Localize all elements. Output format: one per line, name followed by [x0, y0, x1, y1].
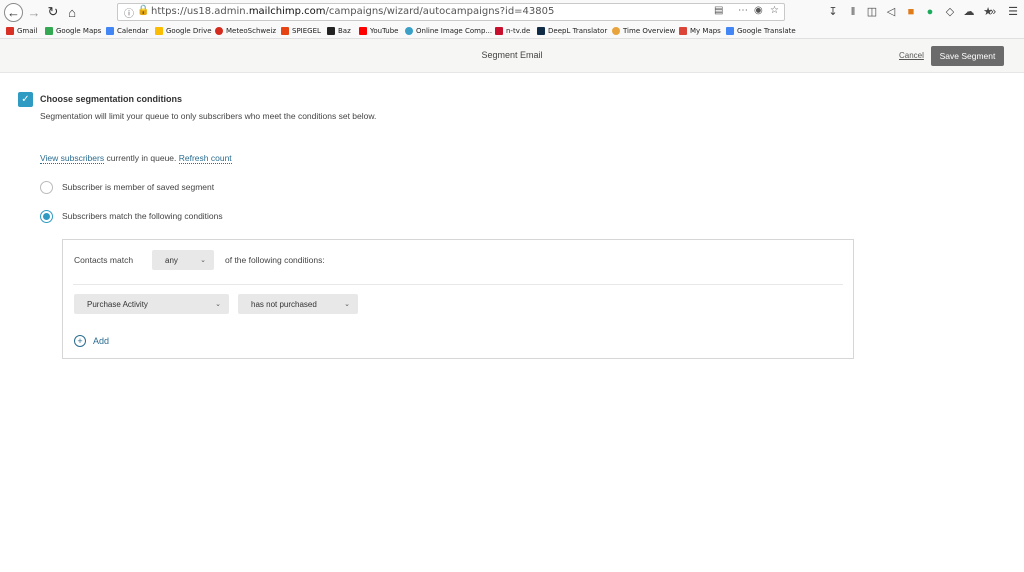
extension-icon[interactable]: ◇ [943, 5, 957, 19]
time-overview-icon [612, 27, 620, 35]
cancel-link[interactable]: Cancel [899, 51, 924, 60]
more-tools-icon[interactable]: » [986, 5, 1000, 19]
page-title: Segment Email [481, 50, 543, 60]
queue-info: View subscribers currently in queue. Ref… [40, 153, 232, 164]
checkmark-icon: ✓ [21, 94, 30, 105]
save-segment-button[interactable]: Save Segment [931, 46, 1004, 66]
segmentation-description: Segmentation will limit your queue to on… [40, 111, 377, 121]
bookmark-label: Time Overview [623, 27, 676, 35]
bookmark-deepl[interactable]: DeepL Translator [537, 25, 607, 37]
segmentation-checkbox[interactable]: ✓ [18, 92, 33, 107]
chevron-down-icon: ⌄ [200, 257, 206, 264]
condition-field-value: Purchase Activity [87, 299, 148, 309]
bookmark-spiegel[interactable]: SPIEGEL [281, 25, 321, 37]
page-header: Segment Email Cancel Save Segment [0, 39, 1024, 73]
metamask-icon[interactable]: ■ [904, 5, 918, 19]
youtube-icon [359, 27, 367, 35]
back-arrow-icon[interactable]: ← [4, 3, 23, 22]
match-type-select[interactable]: any ⌄ [152, 250, 214, 270]
ntv-icon [495, 27, 503, 35]
drive-icon [155, 27, 163, 35]
translate-icon [726, 27, 734, 35]
bookmark-label: Baz [338, 27, 351, 35]
bookmark-label: MeteoSchweiz [226, 27, 277, 35]
bookmark-time-overview[interactable]: Time Overview [612, 25, 675, 37]
bookmark-label: Google Translate [737, 27, 796, 35]
spiegel-icon [281, 27, 289, 35]
reader-view-icon[interactable]: ▤ [714, 5, 723, 16]
plus-circle-icon: + [74, 335, 86, 347]
menu-icon[interactable]: ☰ [1006, 5, 1020, 19]
meteoschweiz-icon [215, 27, 223, 35]
bookmark-label: My Maps [690, 27, 721, 35]
calendar-icon [106, 27, 114, 35]
condition-operator-value: has not purchased [251, 299, 317, 309]
add-condition-label: Add [93, 336, 110, 346]
refresh-count-link[interactable]: Refresh count [178, 153, 232, 164]
address-bar[interactable]: ⓘ 🔒 https://us18.admin.mailchimp.com/cam… [117, 3, 785, 21]
gmail-icon [6, 27, 14, 35]
bookmark-gmail[interactable]: Gmail [6, 25, 37, 37]
bookmark-google-drive[interactable]: Google Drive [155, 25, 212, 37]
chevron-down-icon: ⌄ [215, 301, 221, 308]
bookmark-label: SPIEGEL [292, 27, 321, 35]
lock-icon[interactable]: 🔒 [137, 5, 149, 16]
bookmarks-bar: Gmail Google Maps Calendar Google Drive … [0, 24, 1024, 39]
of-following-label: of the following conditions: [225, 255, 325, 265]
grammarly-icon[interactable]: ● [923, 5, 937, 19]
cloud-icon[interactable]: ☁ [962, 5, 976, 19]
radio-match-conditions-label[interactable]: Subscribers match the following conditio… [62, 211, 223, 221]
browser-toolbar: ← → ↻ ⌂ ⓘ 🔒 https://us18.admin.mailchimp… [0, 0, 1024, 24]
home-icon[interactable]: ⌂ [63, 3, 81, 21]
chevron-down-icon: ⌄ [344, 301, 350, 308]
baz-icon [327, 27, 335, 35]
bookmark-star-icon[interactable]: ☆ [770, 5, 779, 16]
bookmark-meteoschweiz[interactable]: MeteoSchweiz [215, 25, 276, 37]
bookmark-google-translate[interactable]: Google Translate [726, 25, 796, 37]
bookmark-label: Online Image Comp... [416, 27, 493, 35]
url-text[interactable]: https://us18.admin.mailchimp.com/campaig… [151, 6, 554, 17]
conditions-panel: Contacts match any ⌄ of the following co… [62, 239, 854, 359]
page-actions-icon[interactable]: ⋯ [738, 5, 748, 16]
pocket-icon[interactable]: ◉ [754, 5, 763, 16]
queue-text: currently in queue. [104, 153, 179, 163]
forward-arrow-icon[interactable]: → [25, 3, 43, 21]
condition-field-select[interactable]: Purchase Activity ⌄ [74, 294, 229, 314]
maps-icon [45, 27, 53, 35]
bookmark-my-maps[interactable]: My Maps [679, 25, 721, 37]
bookmark-label: YouTube [370, 27, 399, 35]
radio-saved-segment[interactable] [40, 181, 53, 194]
bookmark-online-image-comp[interactable]: Online Image Comp... [405, 25, 492, 37]
deepl-icon [537, 27, 545, 35]
library-icon[interactable]: ‖ [846, 5, 860, 19]
divider [73, 284, 843, 285]
extension-icon[interactable]: ◁ [884, 5, 898, 19]
bookmark-n-tv[interactable]: n-tv.de [495, 25, 530, 37]
bookmark-youtube[interactable]: YouTube [359, 25, 398, 37]
radio-saved-segment-label[interactable]: Subscriber is member of saved segment [62, 182, 214, 192]
bookmark-label: Google Maps [56, 27, 102, 35]
bookmark-baz[interactable]: Baz [327, 25, 351, 37]
segmentation-title: Choose segmentation conditions [40, 94, 183, 104]
view-subscribers-link[interactable]: View subscribers [40, 153, 105, 164]
download-icon[interactable]: ↧ [826, 5, 840, 19]
condition-operator-select[interactable]: has not purchased ⌄ [238, 294, 358, 314]
bookmark-calendar[interactable]: Calendar [106, 25, 148, 37]
bookmark-google-maps[interactable]: Google Maps [45, 25, 101, 37]
bookmark-label: DeepL Translator [548, 27, 608, 35]
add-condition-button[interactable]: + Add [74, 335, 109, 347]
contacts-match-label: Contacts match [74, 255, 134, 265]
image-compress-icon [405, 27, 413, 35]
radio-match-conditions[interactable] [40, 210, 53, 223]
info-icon[interactable]: ⓘ [124, 5, 134, 20]
match-type-value: any [165, 255, 178, 265]
sidebar-icon[interactable]: ◫ [865, 5, 879, 19]
bookmark-label: n-tv.de [506, 27, 531, 35]
bookmark-label: Gmail [17, 27, 38, 35]
bookmark-label: Google Drive [166, 27, 212, 35]
my-maps-icon [679, 27, 687, 35]
reload-icon[interactable]: ↻ [44, 3, 62, 21]
bookmark-label: Calendar [117, 27, 149, 35]
